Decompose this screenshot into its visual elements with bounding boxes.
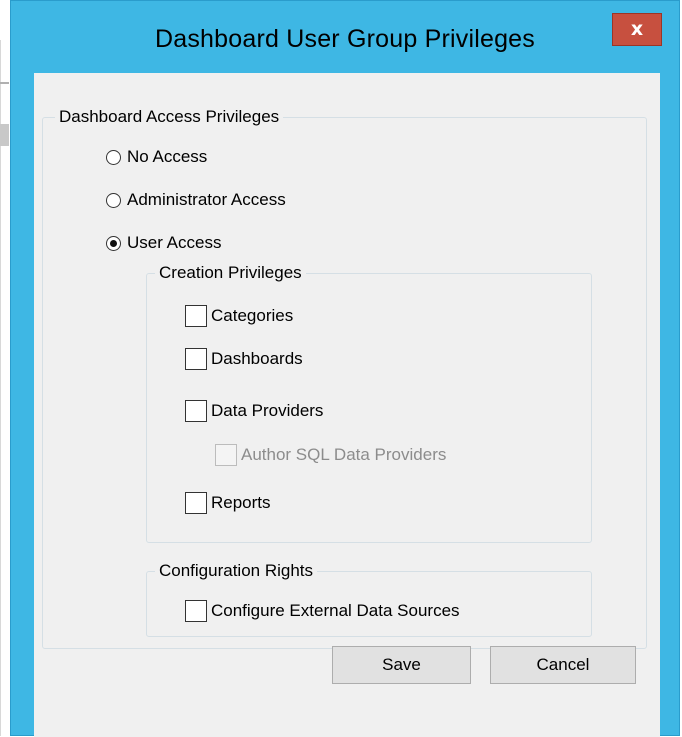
author-sql-data-providers-label: Author SQL Data Providers bbox=[241, 445, 447, 464]
dialog-client-area: Dashboard Access Privileges No Access Ad… bbox=[34, 73, 660, 737]
checkbox-box-disabled bbox=[215, 444, 237, 466]
categories-checkbox[interactable]: Categories bbox=[185, 304, 293, 328]
dashboards-label: Dashboards bbox=[211, 349, 303, 368]
cancel-button[interactable]: Cancel bbox=[490, 646, 636, 684]
checkbox-box[interactable] bbox=[185, 600, 207, 622]
dialog-title: Dashboard User Group Privileges bbox=[155, 25, 535, 53]
configure-external-data-sources-label: Configure External Data Sources bbox=[211, 601, 460, 620]
dialog-window: Dashboard User Group Privileges x Dashbo… bbox=[10, 0, 680, 737]
administrator-access-label: Administrator Access bbox=[127, 190, 286, 209]
configure-external-data-sources-checkbox[interactable]: Configure External Data Sources bbox=[185, 599, 460, 623]
background-app-edge bbox=[0, 0, 9, 736]
checkbox-box[interactable] bbox=[185, 400, 207, 422]
data-providers-label: Data Providers bbox=[211, 401, 324, 420]
user-access-label: User Access bbox=[127, 233, 222, 252]
user-access-radio[interactable]: User Access bbox=[106, 231, 221, 255]
administrator-access-radio[interactable]: Administrator Access bbox=[106, 188, 286, 212]
access-privileges-group: Dashboard Access Privileges No Access Ad… bbox=[42, 107, 647, 649]
author-sql-data-providers-checkbox: Author SQL Data Providers bbox=[215, 443, 446, 467]
title-bar[interactable]: Dashboard User Group Privileges x bbox=[11, 1, 679, 73]
close-button[interactable]: x bbox=[612, 13, 662, 46]
checkbox-box[interactable] bbox=[185, 492, 207, 514]
no-access-radio[interactable]: No Access bbox=[106, 145, 207, 169]
dashboards-checkbox[interactable]: Dashboards bbox=[185, 347, 303, 371]
no-access-label: No Access bbox=[127, 147, 208, 166]
radio-button[interactable] bbox=[106, 192, 121, 208]
creation-privileges-group: Creation Privileges Categories Dashboard… bbox=[146, 263, 592, 543]
configuration-rights-group: Configuration Rights Configure External … bbox=[146, 561, 592, 637]
radio-button[interactable] bbox=[106, 149, 121, 165]
radio-button-selected[interactable] bbox=[106, 235, 121, 251]
configuration-rights-legend: Configuration Rights bbox=[155, 561, 318, 581]
creation-privileges-legend: Creation Privileges bbox=[155, 263, 306, 283]
data-providers-checkbox[interactable]: Data Providers bbox=[185, 399, 323, 423]
categories-label: Categories bbox=[211, 306, 294, 325]
reports-checkbox[interactable]: Reports bbox=[185, 491, 271, 515]
checkbox-box[interactable] bbox=[185, 348, 207, 370]
access-privileges-legend: Dashboard Access Privileges bbox=[55, 107, 284, 127]
reports-label: Reports bbox=[211, 493, 271, 512]
checkbox-box[interactable] bbox=[185, 305, 207, 327]
close-icon: x bbox=[630, 18, 644, 40]
save-button[interactable]: Save bbox=[332, 646, 471, 684]
